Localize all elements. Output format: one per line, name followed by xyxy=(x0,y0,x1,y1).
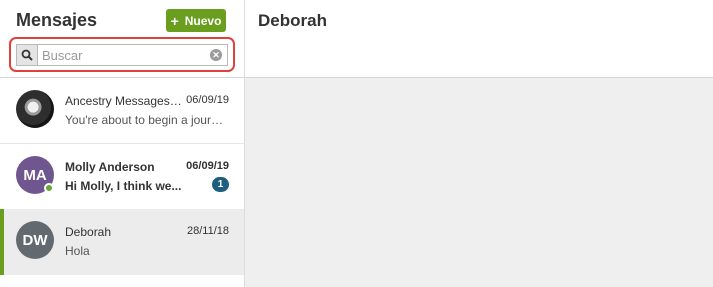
new-message-label: Nuevo xyxy=(184,13,222,28)
conversation-preview: Hola xyxy=(65,244,90,258)
conversation-preview: You're about to begin a journ... xyxy=(65,113,225,127)
sidebar-header: Mensajes + Nuevo ✕ xyxy=(0,0,244,78)
conversation-preview: Hi Molly, I think we... xyxy=(65,179,182,193)
avatar: DW xyxy=(16,221,54,259)
conversation-sidebar: Mensajes + Nuevo ✕ Ancestry Messages T..… xyxy=(0,0,245,287)
search-box[interactable]: ✕ xyxy=(16,44,228,66)
search-input[interactable] xyxy=(42,45,207,65)
plus-icon: + xyxy=(170,12,179,29)
conversation-item[interactable]: Ancestry Messages T... 06/09/19 You're a… xyxy=(0,78,244,144)
conversation-date: 06/09/19 xyxy=(186,94,229,106)
page-title: Mensajes xyxy=(16,10,98,30)
clear-icon[interactable]: ✕ xyxy=(210,49,222,61)
new-message-button[interactable]: + Nuevo xyxy=(166,9,226,32)
conversation-name: Ancestry Messages T... xyxy=(65,94,183,108)
conversation-date: 06/09/19 xyxy=(186,160,229,172)
thread-header: Deborah xyxy=(245,0,713,78)
conversation-name: Molly Anderson xyxy=(65,160,155,174)
search-icon[interactable] xyxy=(17,45,38,65)
thread-contact-name: Deborah xyxy=(258,11,327,30)
conversation-name: Deborah xyxy=(65,225,112,239)
unread-count-badge: 1 xyxy=(212,177,229,192)
online-status-icon xyxy=(44,183,54,193)
avatar xyxy=(16,90,54,128)
conversation-item-selected[interactable]: DW Deborah 28/11/18 Hola xyxy=(0,209,244,275)
conversation-date: 28/11/18 xyxy=(186,225,229,237)
conversation-item[interactable]: MA Molly Anderson 06/09/19 Hi Molly, I t… xyxy=(0,144,244,210)
message-thread-pane: Deborah xyxy=(245,0,713,287)
